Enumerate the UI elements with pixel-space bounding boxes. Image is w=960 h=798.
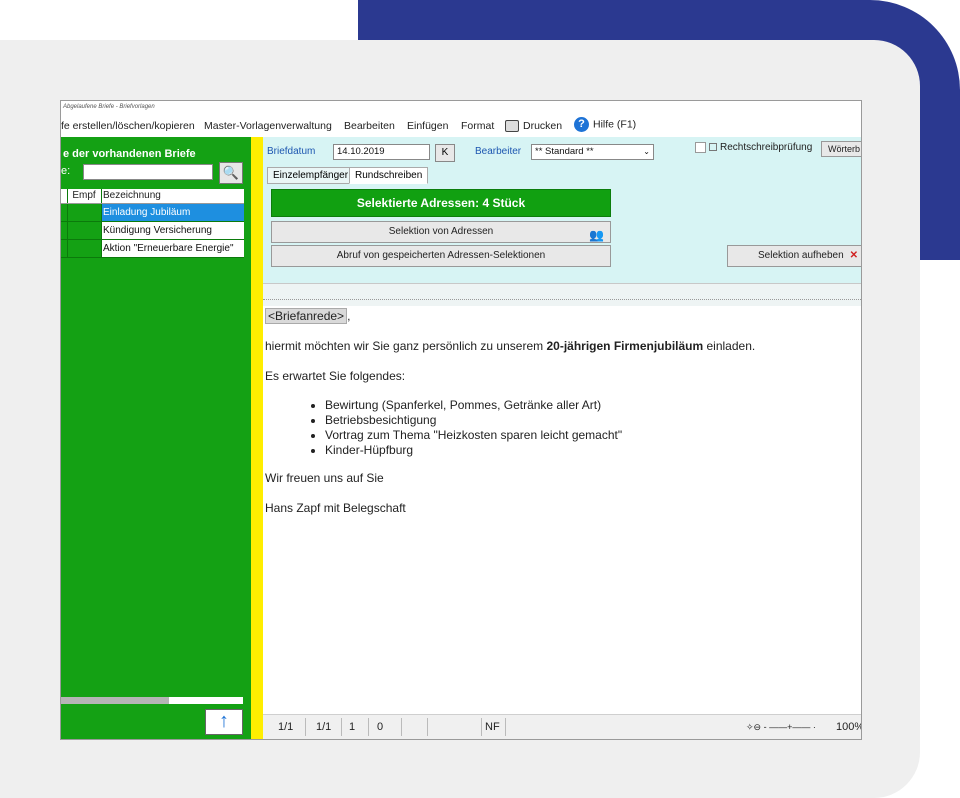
menu-bearbeiten[interactable]: Bearbeiten [344,120,395,132]
menu-hilfe-label: Hilfe (F1) [593,118,637,131]
load-saved-selection-button[interactable]: Abruf von gespeicherten Adressen-Selekti… [271,245,611,267]
status-page: 1/1 [278,721,294,733]
list-item: Kinder-Hüpfburg [325,443,622,458]
tab-einzelempfaenger[interactable]: Einzelempfänger [267,167,355,184]
selected-addresses-banner: Selektierte Adressen: 4 Stück [271,189,611,217]
scrollbar-thumb[interactable] [61,697,169,704]
window-title: Abgelaufene Briefe - Briefvorlagen [63,104,155,110]
table-row[interactable]: Aktion "Erneuerbare Energie" [61,240,244,258]
spellcheck-checkbox[interactable] [709,143,717,152]
close-icon: ✕ [849,250,859,261]
list-item: Betriebsbesichtigung [325,413,622,428]
editor-select[interactable]: ** Standard ** ⌄ [531,144,654,160]
menu-briefe[interactable]: fe erstellen/löschen/kopieren [61,120,195,132]
paragraph-invitation-pre: hiermit möchten wir Sie ganz persönlich … [265,339,547,353]
clear-selection-button[interactable]: Selektion aufheben ✕ [727,245,861,267]
closing-text: Wir freuen uns auf Sie [265,471,384,485]
table-row[interactable]: Kündigung Versicherung [61,222,244,240]
status-section: 1/1 [316,721,332,733]
date-field[interactable]: 14.10.2019 [333,144,430,160]
horizontal-scrollbar[interactable] [61,697,243,704]
signature-text: Hans Zapf mit Belegschaft [265,501,406,515]
list-item: Bewirtung (Spanferkel, Pommes, Getränke … [325,398,622,413]
menu-drucken-label: Drucken [523,120,563,132]
spellcheck-option[interactable]: Rechtschreibprüfung [709,142,812,153]
row-label: Aktion "Erneuerbare Energie" [102,240,244,257]
status-bar: 1/1 1/1 1 0 NF ✧⊖ - ——+—— · 100% [263,714,862,739]
tab-rundschreiben[interactable]: Rundschreiben [349,167,429,184]
chevron-down-icon: ⌄ [643,147,650,156]
spellcheck-checkbox-left[interactable] [695,142,706,153]
status-column: 0 [377,721,384,733]
help-icon: ? [574,117,589,132]
menu-drucken[interactable]: Drucken [505,120,563,133]
row-label: Kündigung Versicherung [102,222,244,239]
calendar-k-button[interactable]: K [435,144,455,162]
list-item: Vortrag zum Thema "Heizkosten sparen lei… [325,428,622,443]
move-up-button[interactable]: ↑ [205,709,243,735]
arrow-up-icon: ↑ [219,710,229,732]
ruler [263,283,861,307]
row-label: Einladung Jubiläum [102,204,244,221]
letters-panel-title: e der vorhandenen Briefe [63,148,196,160]
paragraph-invitation-bold: 20-jährigen Firmenjubiläum [546,339,704,353]
menu-master-vorlagen[interactable]: Master-Vorlagenverwaltung [204,120,332,132]
editor-value: ** Standard ** [535,146,594,157]
app-window: Abgelaufene Briefe - Briefvorlagen fe er… [60,100,862,740]
select-addresses-label: Selektion von Adressen [388,226,494,237]
search-binoculars-icon[interactable]: 🔍 [219,162,243,184]
date-label: Briefdatum [267,146,316,157]
letters-panel: e der vorhandenen Briefe e: 🔍 Empf Bezei… [61,137,251,739]
table-row[interactable]: Einladung Jubiläum [61,204,244,222]
document-editor[interactable]: <Briefanrede>, hiermit möchten wir Sie g… [263,306,861,714]
users-icon: 👥 [589,228,604,242]
menu-hilfe[interactable]: ? Hilfe (F1) [574,117,636,132]
printer-icon [505,120,519,133]
letters-table: Empf Bezeichnung Einladung Jubiläum Künd… [61,189,244,258]
column-bezeichnung[interactable]: Bezeichnung [102,189,244,203]
filter-input[interactable] [83,164,213,180]
zoom-slider[interactable]: ✧⊖ - ——+—— · [746,722,816,733]
menu-einfuegen[interactable]: Einfügen [407,120,448,132]
menu-format[interactable]: Format [461,120,494,132]
yellow-divider [251,137,263,739]
salutation-field[interactable]: <Briefanrede>, [265,308,350,324]
paragraph-invitation: hiermit möchten wir Sie ganz persönlich … [265,339,755,353]
bullet-list: Bewirtung (Spanferkel, Pommes, Getränke … [303,398,622,458]
editor-label: Bearbeiter [475,146,522,157]
paragraph-offer: Es erwartet Sie folgendes: [265,369,406,383]
filter-label: e: [61,165,71,177]
status-zoom: 100% [836,721,862,733]
status-line: 1 [349,721,356,733]
spellcheck-label: Rechtschreibprüfung [720,142,813,153]
menu-bar: fe erstellen/löschen/kopieren Master-Vor… [61,115,861,137]
status-mode: NF [485,721,500,733]
select-addresses-button[interactable]: Selektion von Adressen 👥 [271,221,611,243]
merge-field-briefanrede[interactable]: <Briefanrede> [265,308,348,324]
paragraph-invitation-post: einladen. [703,339,756,353]
table-header: Empf Bezeichnung [61,189,244,204]
column-empf[interactable]: Empf [67,189,102,203]
clear-selection-label: Selektion aufheben [758,250,844,261]
dictionary-button[interactable]: Wörterb [821,141,861,157]
